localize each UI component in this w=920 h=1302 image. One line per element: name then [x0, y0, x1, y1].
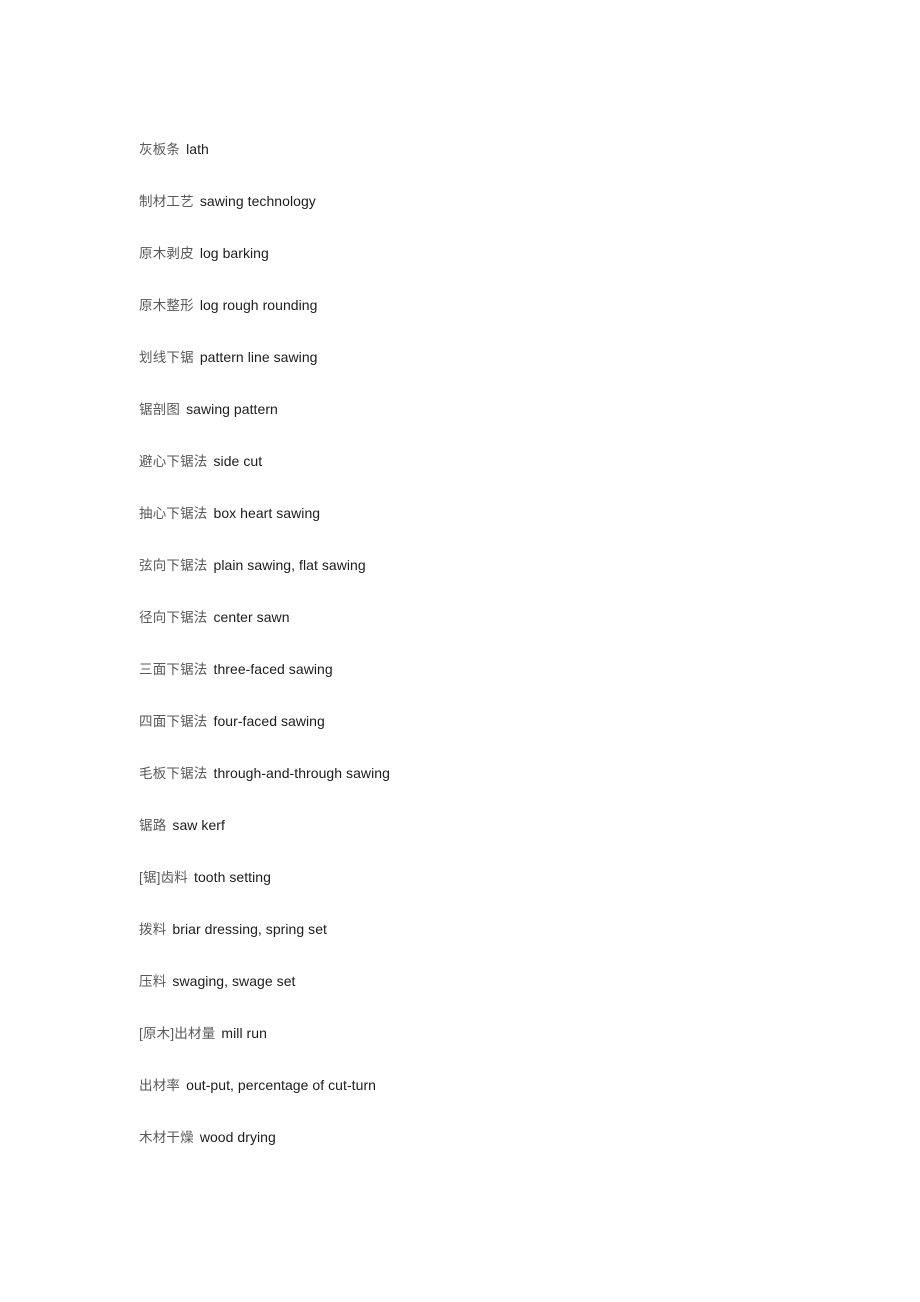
- entry-term-chinese: 出材率: [139, 1078, 181, 1093]
- entry-gloss-english: sawing pattern: [186, 401, 278, 417]
- entry-term-chinese: 划线下锯: [139, 350, 194, 365]
- entry-gloss-english: center sawn: [213, 609, 290, 625]
- entry-gloss-english: through-and-through sawing: [213, 765, 390, 781]
- entry-gloss-english: pattern line sawing: [199, 349, 318, 365]
- entry-term-chinese: 拨料: [139, 922, 167, 937]
- entry-term-chinese: 弦向下锯法: [139, 558, 208, 573]
- entry-gloss-english: swaging, swage set: [172, 973, 296, 989]
- entry-term-chinese: 抽心下锯法: [139, 506, 208, 521]
- glossary-entry: 拨料 briar dressing, spring set: [139, 919, 879, 971]
- entry-gloss-english: sawing technology: [199, 193, 316, 209]
- entry-gloss-english: lath: [186, 141, 209, 157]
- entry-gloss-english: log barking: [199, 245, 269, 261]
- entry-term-chinese: 锯剖图: [139, 402, 181, 417]
- entry-gloss-english: wood drying: [199, 1129, 276, 1145]
- entry-term-chinese: 原木剥皮: [139, 246, 194, 261]
- entry-gloss-english: out-put, percentage of cut-turn: [186, 1077, 376, 1093]
- entry-term-chinese: [原木]出材量: [139, 1026, 216, 1041]
- entry-gloss-english: saw kerf: [172, 817, 225, 833]
- glossary-entry: 划线下锯 pattern line sawing: [139, 347, 879, 399]
- glossary-entry: 四面下锯法 four-faced sawing: [139, 711, 879, 763]
- glossary-entry: 弦向下锯法 plain sawing, flat sawing: [139, 555, 879, 607]
- entry-gloss-english: plain sawing, flat sawing: [213, 557, 366, 573]
- document-page: 灰板条 lath 制材工艺 sawing technology 原木剥皮 log bark…: [0, 0, 920, 1302]
- glossary-entry: 木材干燥 wood drying: [139, 1127, 879, 1179]
- entry-gloss-english: side cut: [213, 453, 263, 469]
- entry-term-chinese: 锯路: [139, 818, 167, 833]
- entry-term-chinese: 灰板条: [139, 142, 181, 157]
- entry-gloss-english: mill run: [221, 1025, 267, 1041]
- glossary-entry: 锯剖图 sawing pattern: [139, 399, 879, 451]
- entry-gloss-english: log rough rounding: [199, 297, 318, 313]
- glossary-entry: 原木整形 log rough rounding: [139, 295, 879, 347]
- entry-term-chinese: 毛板下锯法: [139, 766, 208, 781]
- entry-term-chinese: 四面下锯法: [139, 714, 208, 729]
- entry-term-chinese: 制材工艺: [139, 194, 194, 209]
- glossary-entry: 三面下锯法 three-faced sawing: [139, 659, 879, 711]
- glossary-entry: 出材率 out-put, percentage of cut-turn: [139, 1075, 879, 1127]
- entry-term-chinese: [锯]齿料: [139, 870, 189, 885]
- entry-gloss-english: three-faced sawing: [213, 661, 333, 677]
- entry-term-chinese: 三面下锯法: [139, 662, 208, 677]
- glossary-entry-list: 灰板条 lath 制材工艺 sawing technology 原木剥皮 log bark…: [139, 139, 879, 1179]
- entry-term-chinese: 避心下锯法: [139, 454, 208, 469]
- entry-gloss-english: box heart sawing: [213, 505, 321, 521]
- entry-gloss-english: tooth setting: [194, 869, 271, 885]
- glossary-entry: 制材工艺 sawing technology: [139, 191, 879, 243]
- entry-term-chinese: 木材干燥: [139, 1130, 194, 1145]
- glossary-entry: 原木剥皮 log barking: [139, 243, 879, 295]
- entry-term-chinese: 径向下锯法: [139, 610, 208, 625]
- glossary-entry: 锯路 saw kerf: [139, 815, 879, 867]
- glossary-entry: 压料 swaging, swage set: [139, 971, 879, 1023]
- glossary-entry: [原木]出材量 mill run: [139, 1023, 879, 1075]
- glossary-entry: [锯]齿料 tooth setting: [139, 867, 879, 919]
- entry-gloss-english: briar dressing, spring set: [172, 921, 327, 937]
- entry-gloss-english: four-faced sawing: [213, 713, 325, 729]
- entry-term-chinese: 压料: [139, 974, 167, 989]
- entry-term-chinese: 原木整形: [139, 298, 194, 313]
- glossary-entry: 毛板下锯法 through-and-through sawing: [139, 763, 879, 815]
- glossary-entry: 径向下锯法 center sawn: [139, 607, 879, 659]
- glossary-entry: 灰板条 lath: [139, 139, 879, 191]
- glossary-entry: 抽心下锯法 box heart sawing: [139, 503, 879, 555]
- glossary-entry: 避心下锯法 side cut: [139, 451, 879, 503]
